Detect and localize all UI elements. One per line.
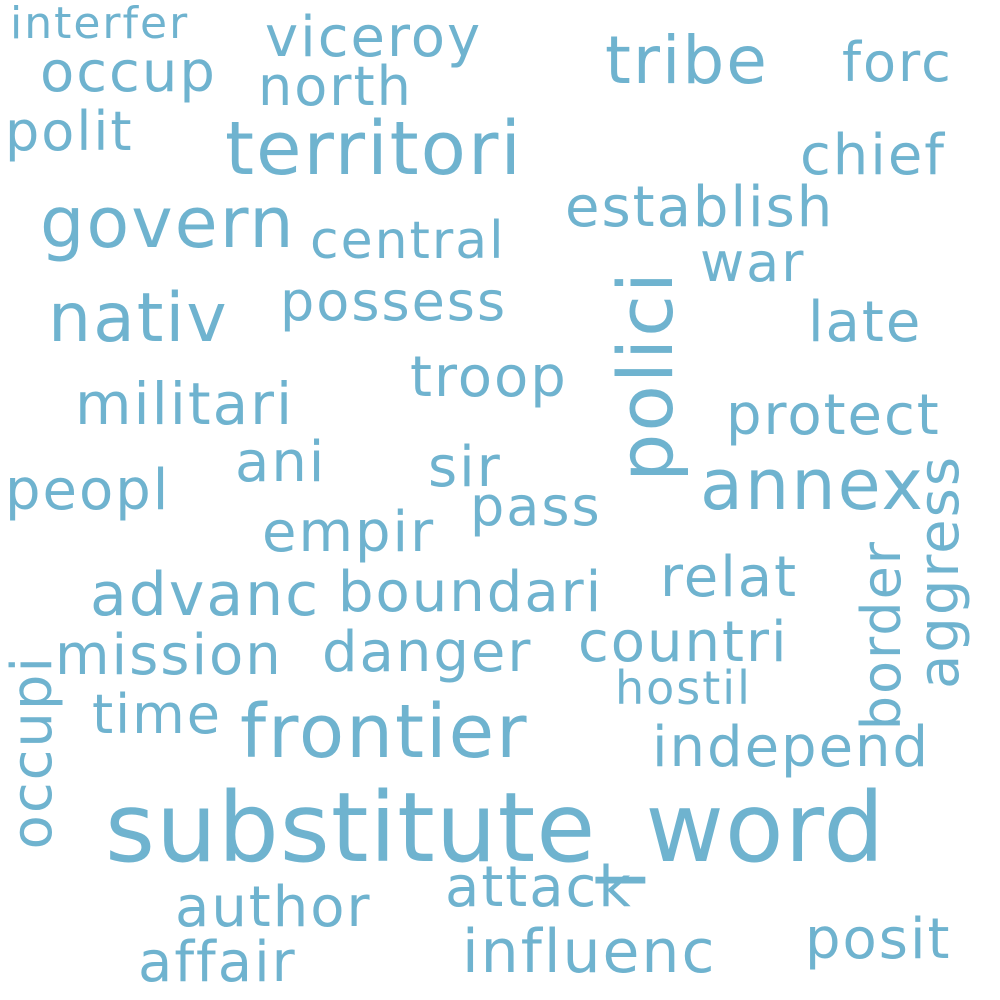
- word-author: author: [175, 875, 372, 940]
- word-frontier: frontier: [240, 689, 529, 775]
- word-late: late: [808, 290, 923, 355]
- word-border: border: [850, 540, 913, 731]
- word-mission: mission: [55, 623, 283, 688]
- word-posit: posit: [805, 907, 952, 972]
- word-influenc: influenc: [462, 917, 717, 987]
- word-polit: polit: [5, 100, 134, 163]
- word-central: central: [310, 211, 506, 271]
- word-cloud: interfer viceroy occup north tribe forc …: [0, 0, 1000, 1000]
- word-attack: attack: [445, 855, 633, 920]
- word-peopl: peopl: [5, 458, 171, 523]
- word-occupi: occupi: [0, 655, 65, 850]
- word-govern: govern: [40, 182, 296, 264]
- word-ani: ani: [235, 430, 327, 495]
- word-relat: relat: [660, 545, 799, 610]
- word-advanc: advanc: [90, 560, 321, 630]
- word-annex: annex: [700, 444, 925, 526]
- word-aggress: aggress: [907, 455, 972, 690]
- word-affair: affair: [138, 930, 297, 995]
- word-territori: territori: [225, 106, 523, 192]
- word-hostil: hostil: [615, 661, 752, 715]
- word-protect: protect: [726, 383, 941, 448]
- word-polici: polici: [601, 270, 690, 482]
- word-troop: troop: [410, 345, 568, 410]
- word-establish: establish: [565, 175, 835, 240]
- word-danger: danger: [322, 620, 533, 685]
- word-empir: empir: [262, 500, 436, 565]
- word-nativ: nativ: [48, 279, 229, 358]
- word-militari: militari: [75, 370, 295, 438]
- word-possess: possess: [280, 270, 508, 333]
- word-boundari: boundari: [338, 560, 604, 625]
- word-independ: independ: [652, 715, 931, 780]
- word-occup: occup: [40, 40, 217, 105]
- word-forc: forc: [842, 31, 953, 94]
- word-pass: pass: [470, 475, 602, 538]
- word-time: time: [92, 683, 223, 746]
- word-tribe: tribe: [605, 22, 769, 99]
- word-war: war: [700, 231, 806, 294]
